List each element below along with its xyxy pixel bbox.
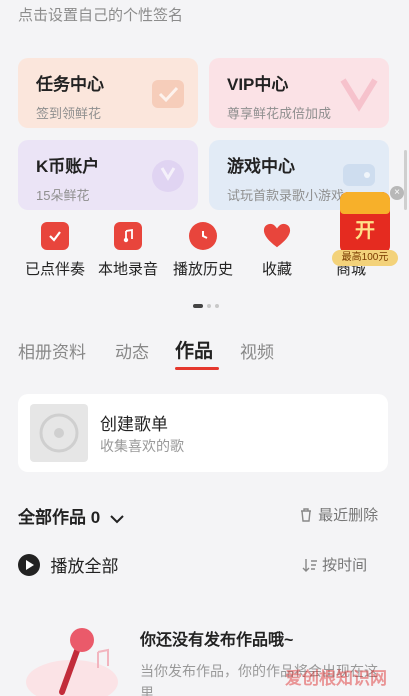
quick-action-label: 收藏 [261, 261, 292, 278]
sort-label: 按时间 [322, 557, 368, 574]
promo-open-char: 开 [355, 220, 375, 242]
works-filter[interactable]: 全部作品 0 [18, 503, 125, 528]
signature-prompt[interactable]: 点击设置自己的个性签名 [18, 4, 183, 25]
k-coin-account-card[interactable]: K币账户 15朵鲜花 [18, 140, 198, 210]
promo-badge: 最高100元 [332, 250, 398, 266]
disc-icon [30, 404, 88, 462]
tab-works[interactable]: 作品 [175, 336, 213, 363]
quick-action-accompaniment[interactable]: 已点伴奏 [15, 222, 95, 279]
works-count: 0 [90, 508, 101, 527]
play-icon [18, 553, 40, 576]
sort-icon [302, 558, 317, 572]
vip-center-card[interactable]: VIP中心 尊享鲜花成倍加成 [209, 58, 389, 128]
play-all-label: 播放全部 [50, 557, 119, 576]
coin-icon [152, 160, 184, 192]
red-packet-promo[interactable]: 开 最高100元 × [332, 186, 404, 268]
clock-icon [189, 222, 217, 250]
quick-action-label: 播放历史 [172, 261, 233, 278]
works-title: 全部作品 [18, 508, 86, 527]
heart-icon [263, 222, 291, 250]
close-icon[interactable]: × [390, 186, 404, 200]
tab-album[interactable]: 相册资料 [18, 338, 86, 363]
quick-action-history[interactable]: 播放历史 [163, 222, 243, 279]
page-dot [207, 304, 211, 308]
red-packet-flap [340, 192, 390, 214]
music-note-icon [114, 222, 142, 250]
tab-video[interactable]: 视频 [240, 338, 274, 363]
page-indicator [193, 304, 219, 308]
sort-button[interactable]: 按时间 [302, 554, 367, 575]
quick-action-favorites[interactable]: 收藏 [237, 222, 317, 279]
microphone-illustration [26, 628, 118, 696]
recent-delete-label: 最近删除 [318, 507, 379, 524]
tab-feed[interactable]: 动态 [115, 338, 149, 363]
chevron-down-icon [110, 514, 124, 523]
active-tab-indicator [175, 367, 219, 370]
scrollbar[interactable] [404, 150, 407, 210]
play-all-button[interactable]: 播放全部 [18, 552, 118, 576]
task-center-card[interactable]: 任务中心 签到领鲜花 [18, 58, 198, 128]
playlist-title: 创建歌单 [100, 415, 168, 434]
vip-chevron-icon [340, 78, 378, 112]
quick-action-local-recording[interactable]: 本地录音 [88, 222, 168, 279]
quick-action-label: 本地录音 [97, 261, 158, 278]
playlist-subtitle: 收集喜欢的歌 [100, 438, 184, 454]
empty-state-title: 你还没有发布作品哦~ [140, 632, 294, 649]
create-playlist-card[interactable]: 创建歌单 收集喜欢的歌 [18, 394, 388, 472]
recent-delete-button[interactable]: 最近删除 [298, 504, 378, 525]
trash-icon [301, 507, 311, 522]
page-dot [193, 304, 203, 308]
quick-action-label: 已点伴奏 [24, 261, 85, 278]
accompaniment-icon [41, 222, 69, 250]
check-box-icon [152, 80, 184, 108]
watermark: 爱创根知识网 [285, 669, 387, 688]
page-dot [215, 304, 219, 308]
